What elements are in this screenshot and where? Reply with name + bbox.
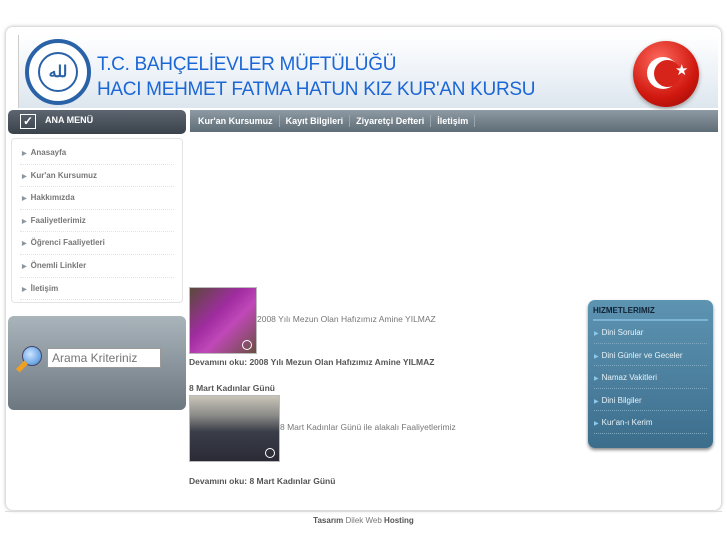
nav-kayit-bilgileri[interactable]: Kayıt Bilgileri [280,115,351,127]
top-nav: Kur'an Kursumuz Kayıt Bilgileri Ziyaretç… [190,110,718,132]
menu-item-hakkimizda[interactable]: ▶ Hakkımızda [20,187,174,210]
footer-link-dilek-web[interactable]: Dilek Web [346,516,382,525]
arrow-icon: ▶ [22,173,27,180]
turkish-flag-icon: ★ [633,41,699,107]
arrow-icon: ▶ [22,286,27,293]
nav-iletisim[interactable]: İletişim [431,115,476,127]
main-menu-header: ✓ ANA MENÜ [8,110,186,134]
arrow-icon: ▶ [594,353,599,360]
arrow-icon: ▶ [22,196,27,203]
arrow-icon: ▶ [22,263,27,270]
services-title: HIZMETLERIMIZ [593,306,708,321]
service-namaz-vakitleri[interactable]: ▶ Namaz Vakitleri [594,366,707,389]
article-thumbnail[interactable] [189,287,257,354]
article: 8 Mart Kadınlar Günü 8 Mart Kadınlar Gün… [189,383,579,486]
services-box: HIZMETLERIMIZ ▶ Dini Sorular ▶ Dini Günler… [588,300,713,448]
search-box [8,316,186,410]
menu-item-iletisim[interactable]: ▶ İletişim [20,278,174,301]
nav-ziyaretci-defteri[interactable]: Ziyaretçi Defteri [350,115,432,127]
article-list: 2008 Yılı Mezun Olan Hafızımız Amine YIL… [189,287,579,486]
article-thumbnail[interactable] [189,395,280,462]
footer-hosting-label: Hosting [384,516,414,525]
arrow-icon: ▶ [594,398,599,405]
left-menu: ▶ Anasayfa ▶ Kur'an Kursumuz ▶ Hakkımızda ▶… [11,138,183,303]
header-title: T.C. BAHÇELİEVLER MÜFTÜLÜĞÜ [97,54,397,75]
footer: Tasarım Dilek Web Hosting [0,516,727,525]
footer-divider [5,511,722,512]
header-subtitle: HACI MEHMET FATMA HATUN KIZ KUR'AN KURSU [97,79,536,100]
menu-item-ogrenci-faaliyetleri[interactable]: ▶ Öğrenci Faaliyetleri [20,232,174,255]
read-more-link[interactable]: Devamını oku: 8 Mart Kadınlar Günü [189,476,579,486]
menu-item-onemli-linkler[interactable]: ▶ Önemli Linkler [20,255,174,278]
arrow-icon: ▶ [594,376,599,383]
arrow-icon: ▶ [594,331,599,337]
service-dini-bilgiler[interactable]: ▶ Dini Bilgiler [594,389,707,412]
service-kuran-i-kerim[interactable]: ▶ Kur'an-ı Kerim [594,411,707,434]
arrow-icon: ▶ [22,218,27,225]
article: 2008 Yılı Mezun Olan Hafızımız Amine YIL… [189,287,579,367]
header-banner: ﻟﻠﻪ T.C. BAHÇELİEVLER MÜFTÜLÜĞÜ HACI MEH… [18,35,718,108]
menu-item-faaliyetlerimiz[interactable]: ▶ Faaliyetlerimiz [20,210,174,233]
service-dini-gunler[interactable]: ▶ Dini Günler ve Geceler [594,344,707,367]
read-more-link[interactable]: Devamını oku: 2008 Yılı Mezun Olan Hafız… [189,357,579,367]
magnifier-icon [15,346,46,380]
zoom-icon [242,340,252,350]
zoom-icon [265,448,275,458]
search-input[interactable] [47,348,161,368]
main-menu-title: ANA MENÜ [45,115,94,125]
arrow-icon: ▶ [594,421,599,428]
menu-item-kuran-kursumuz[interactable]: ▶ Kur'an Kursumuz [20,165,174,188]
arrow-icon: ▶ [22,151,27,157]
footer-design-label: Tasarım [313,516,344,525]
diyanet-logo: ﻟﻠﻪ [25,39,91,105]
menu-item-anasayfa[interactable]: ▶ Anasayfa [20,142,174,165]
arrow-icon: ▶ [22,241,27,248]
article-caption: 2008 Yılı Mezun Olan Hafızımız Amine YIL… [257,314,436,324]
nav-kuran-kursumuz[interactable]: Kur'an Kursumuz [192,115,280,127]
checkbox-icon: ✓ [20,114,36,129]
article-caption: 8 Mart Kadınlar Günü ile alakalı Faaliye… [280,422,456,432]
article-title[interactable]: 8 Mart Kadınlar Günü [189,383,579,393]
service-dini-sorular[interactable]: ▶ Dini Sorular [594,321,707,344]
